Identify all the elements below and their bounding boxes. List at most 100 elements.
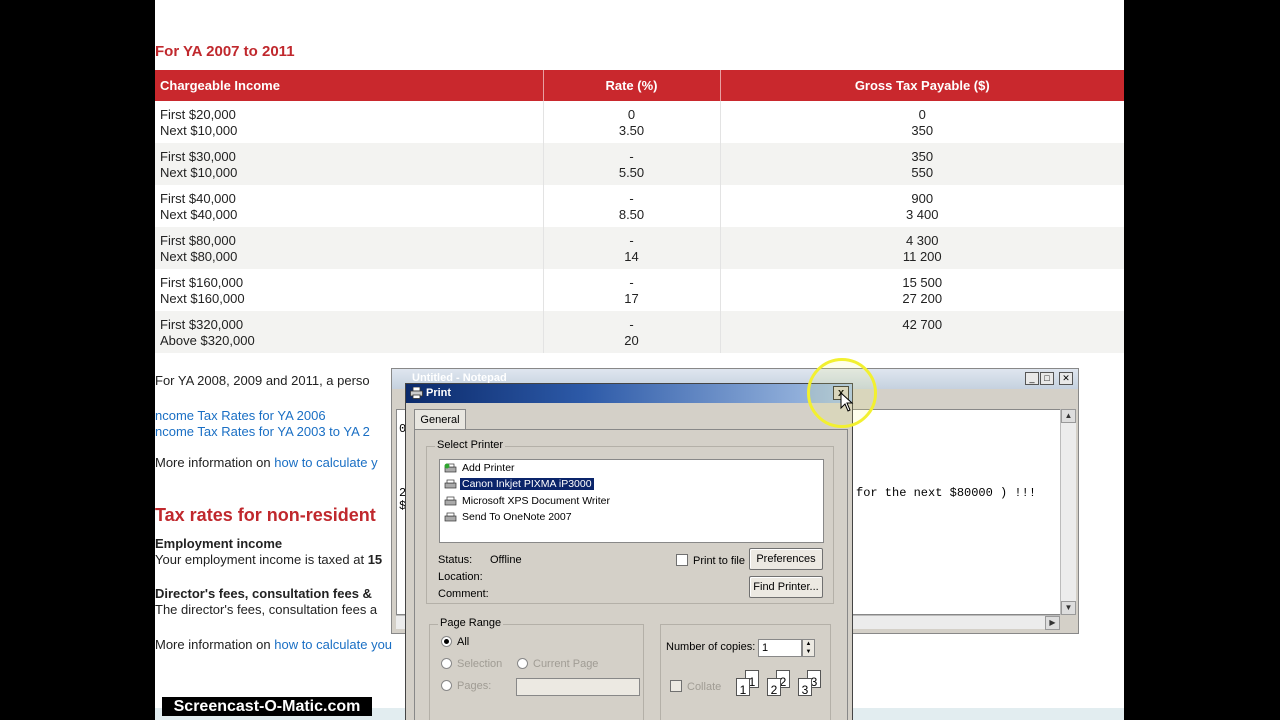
copies-spinner[interactable]: ▲ ▼	[802, 639, 815, 657]
rate-cell: -20	[543, 311, 721, 353]
preferences-button[interactable]: Preferences	[749, 548, 823, 570]
printer-item-canon[interactable]: Canon Inkjet PIXMA iP3000	[444, 477, 595, 494]
rate-line: -	[629, 191, 634, 206]
tax-line: 27 200	[902, 290, 943, 306]
all-label: All	[457, 636, 470, 648]
location-label: Location:	[438, 571, 483, 583]
more-info-prefix-2: More information on	[155, 637, 275, 652]
rate-line: -	[629, 233, 634, 248]
print-to-file-checkbox[interactable]	[676, 554, 688, 566]
status-label: Status:	[438, 554, 473, 566]
more-info-paragraph: More information on how to calculate y	[155, 455, 378, 470]
pages-radio[interactable]	[441, 680, 452, 691]
tax-line: 3 400	[905, 206, 939, 222]
printer-list[interactable]: Add Printer Canon Inkjet PIXMA iP3000 Mi…	[439, 459, 824, 543]
rate-line: 17	[624, 290, 639, 306]
tax-line: 900	[911, 191, 934, 206]
rate-line: 8.50	[618, 206, 645, 222]
printer-icon	[444, 496, 457, 506]
all-radio[interactable]	[441, 636, 452, 647]
selection-label: Selection	[457, 658, 503, 670]
collate-label: Collate	[687, 681, 722, 693]
link-tax-rates-2003[interactable]: ncome Tax Rates for YA 2003 to YA 2	[155, 424, 370, 439]
employment-heading: Employment income	[155, 536, 283, 551]
income-line: Next $10,000	[160, 122, 238, 138]
current-page-label: Current Page	[533, 658, 599, 670]
printer-item-onenote[interactable]: Send To OneNote 2007	[444, 511, 574, 527]
comment-label: Comment:	[438, 588, 489, 600]
tax-rate-table: Chargeable Income Rate (%) Gross Tax Pay…	[155, 70, 1124, 353]
rate-line: -	[629, 275, 634, 290]
table-row: First $40,000 Next $40,000 -8.50 900 3 400	[155, 185, 1124, 227]
income-line: Next $80,000	[160, 248, 238, 264]
printer-icon	[410, 387, 423, 399]
watermark: Screencast-O-Matic.com	[162, 697, 372, 716]
tax-line: 42 700	[902, 317, 943, 332]
tax-cell: 15 500 27 200	[720, 269, 1124, 311]
employment-paragraph: Your employment income is taxed at 15	[155, 552, 382, 567]
rate-cell: -8.50	[543, 185, 721, 227]
note-paragraph: For YA 2008, 2009 and 2011, a perso	[155, 373, 370, 388]
income-cell: First $40,000 Next $40,000	[155, 185, 544, 227]
pages-label: Pages:	[457, 680, 492, 692]
print-dialog: Print x General Select Printer Add Print…	[405, 383, 853, 720]
tab-general[interactable]: General	[414, 409, 466, 430]
minimize-button[interactable]: _	[1025, 372, 1039, 385]
income-cell: First $320,000 Above $320,000	[155, 311, 544, 353]
income-line: First $40,000	[160, 191, 236, 206]
income-line: First $80,000	[160, 233, 236, 248]
employment-text: Your employment income is taxed at	[155, 552, 368, 567]
rate-line: 14	[624, 248, 639, 264]
rate-line: -	[629, 149, 634, 164]
maximize-button[interactable]: □	[1040, 372, 1054, 385]
printer-item-xps[interactable]: Microsoft XPS Document Writer	[444, 495, 612, 511]
tax-cell: 42 700	[720, 311, 1124, 353]
rate-line: 0	[627, 107, 636, 122]
printer-item-add-printer[interactable]: Add Printer	[444, 462, 517, 478]
scroll-down-icon[interactable]: ▼	[1061, 601, 1076, 615]
notepad-vertical-scrollbar[interactable]: ▲ ▼	[1060, 409, 1076, 615]
tax-line: 11 200	[902, 248, 942, 264]
rate-cell: -17	[543, 269, 721, 311]
nonresident-heading: Tax rates for non-resident	[155, 505, 376, 525]
pages-input[interactable]	[516, 678, 640, 696]
table-row: First $320,000 Above $320,000 -20 42 700	[155, 311, 1124, 353]
income-cell: First $30,000 Next $10,000	[155, 143, 544, 185]
income-line: Next $160,000	[160, 290, 245, 306]
income-line: First $20,000	[160, 107, 236, 122]
collate-page-icon: 1	[736, 678, 750, 697]
tax-line: 550	[911, 164, 934, 180]
tax-cell: 350 550	[720, 143, 1124, 185]
more-info-paragraph-2: More information on how to calculate you	[155, 637, 392, 652]
collate-checkbox[interactable]	[670, 680, 682, 692]
notepad-close-button[interactable]: ✕	[1059, 372, 1073, 385]
rate-cell: 0 3.50	[543, 101, 721, 143]
income-cell: First $160,000 Next $160,000	[155, 269, 544, 311]
income-line: First $30,000	[160, 149, 236, 164]
copies-input[interactable]: 1	[758, 639, 802, 657]
income-line: Next $10,000	[160, 164, 238, 180]
link-tax-rates-2006[interactable]: ncome Tax Rates for YA 2006	[155, 408, 326, 423]
employment-rate: 15	[367, 552, 383, 567]
print-titlebar[interactable]: Print x	[406, 384, 852, 403]
tax-cell: 0 350	[720, 101, 1124, 143]
table-header-row: Chargeable Income Rate (%) Gross Tax Pay…	[155, 70, 1124, 101]
printer-icon	[444, 479, 457, 489]
scroll-up-icon[interactable]: ▲	[1061, 409, 1076, 423]
print-dialog-title: Print	[426, 387, 452, 399]
income-line: First $320,000	[160, 317, 244, 332]
find-printer-button[interactable]: Find Printer...	[749, 576, 823, 598]
notepad-line-text: for the next $80000 ) !!!	[856, 486, 1037, 500]
directors-paragraph: The director's fees, consultation fees a	[155, 602, 378, 617]
tax-cell: 4 300 11 200	[720, 227, 1124, 269]
scroll-right-icon[interactable]: ▶	[1045, 616, 1060, 630]
link-how-to-calculate-2[interactable]: how to calculate you	[274, 637, 392, 652]
selection-radio[interactable]	[441, 658, 452, 669]
link-how-to-calculate[interactable]: how to calculate y	[274, 455, 377, 470]
rate-line: 3.50	[618, 122, 645, 138]
current-page-radio[interactable]	[517, 658, 528, 669]
tax-line: 350	[911, 149, 934, 164]
tax-line: 15 500	[902, 275, 943, 290]
tax-line: 4 300	[905, 233, 939, 248]
tax-line: 0	[918, 107, 926, 122]
